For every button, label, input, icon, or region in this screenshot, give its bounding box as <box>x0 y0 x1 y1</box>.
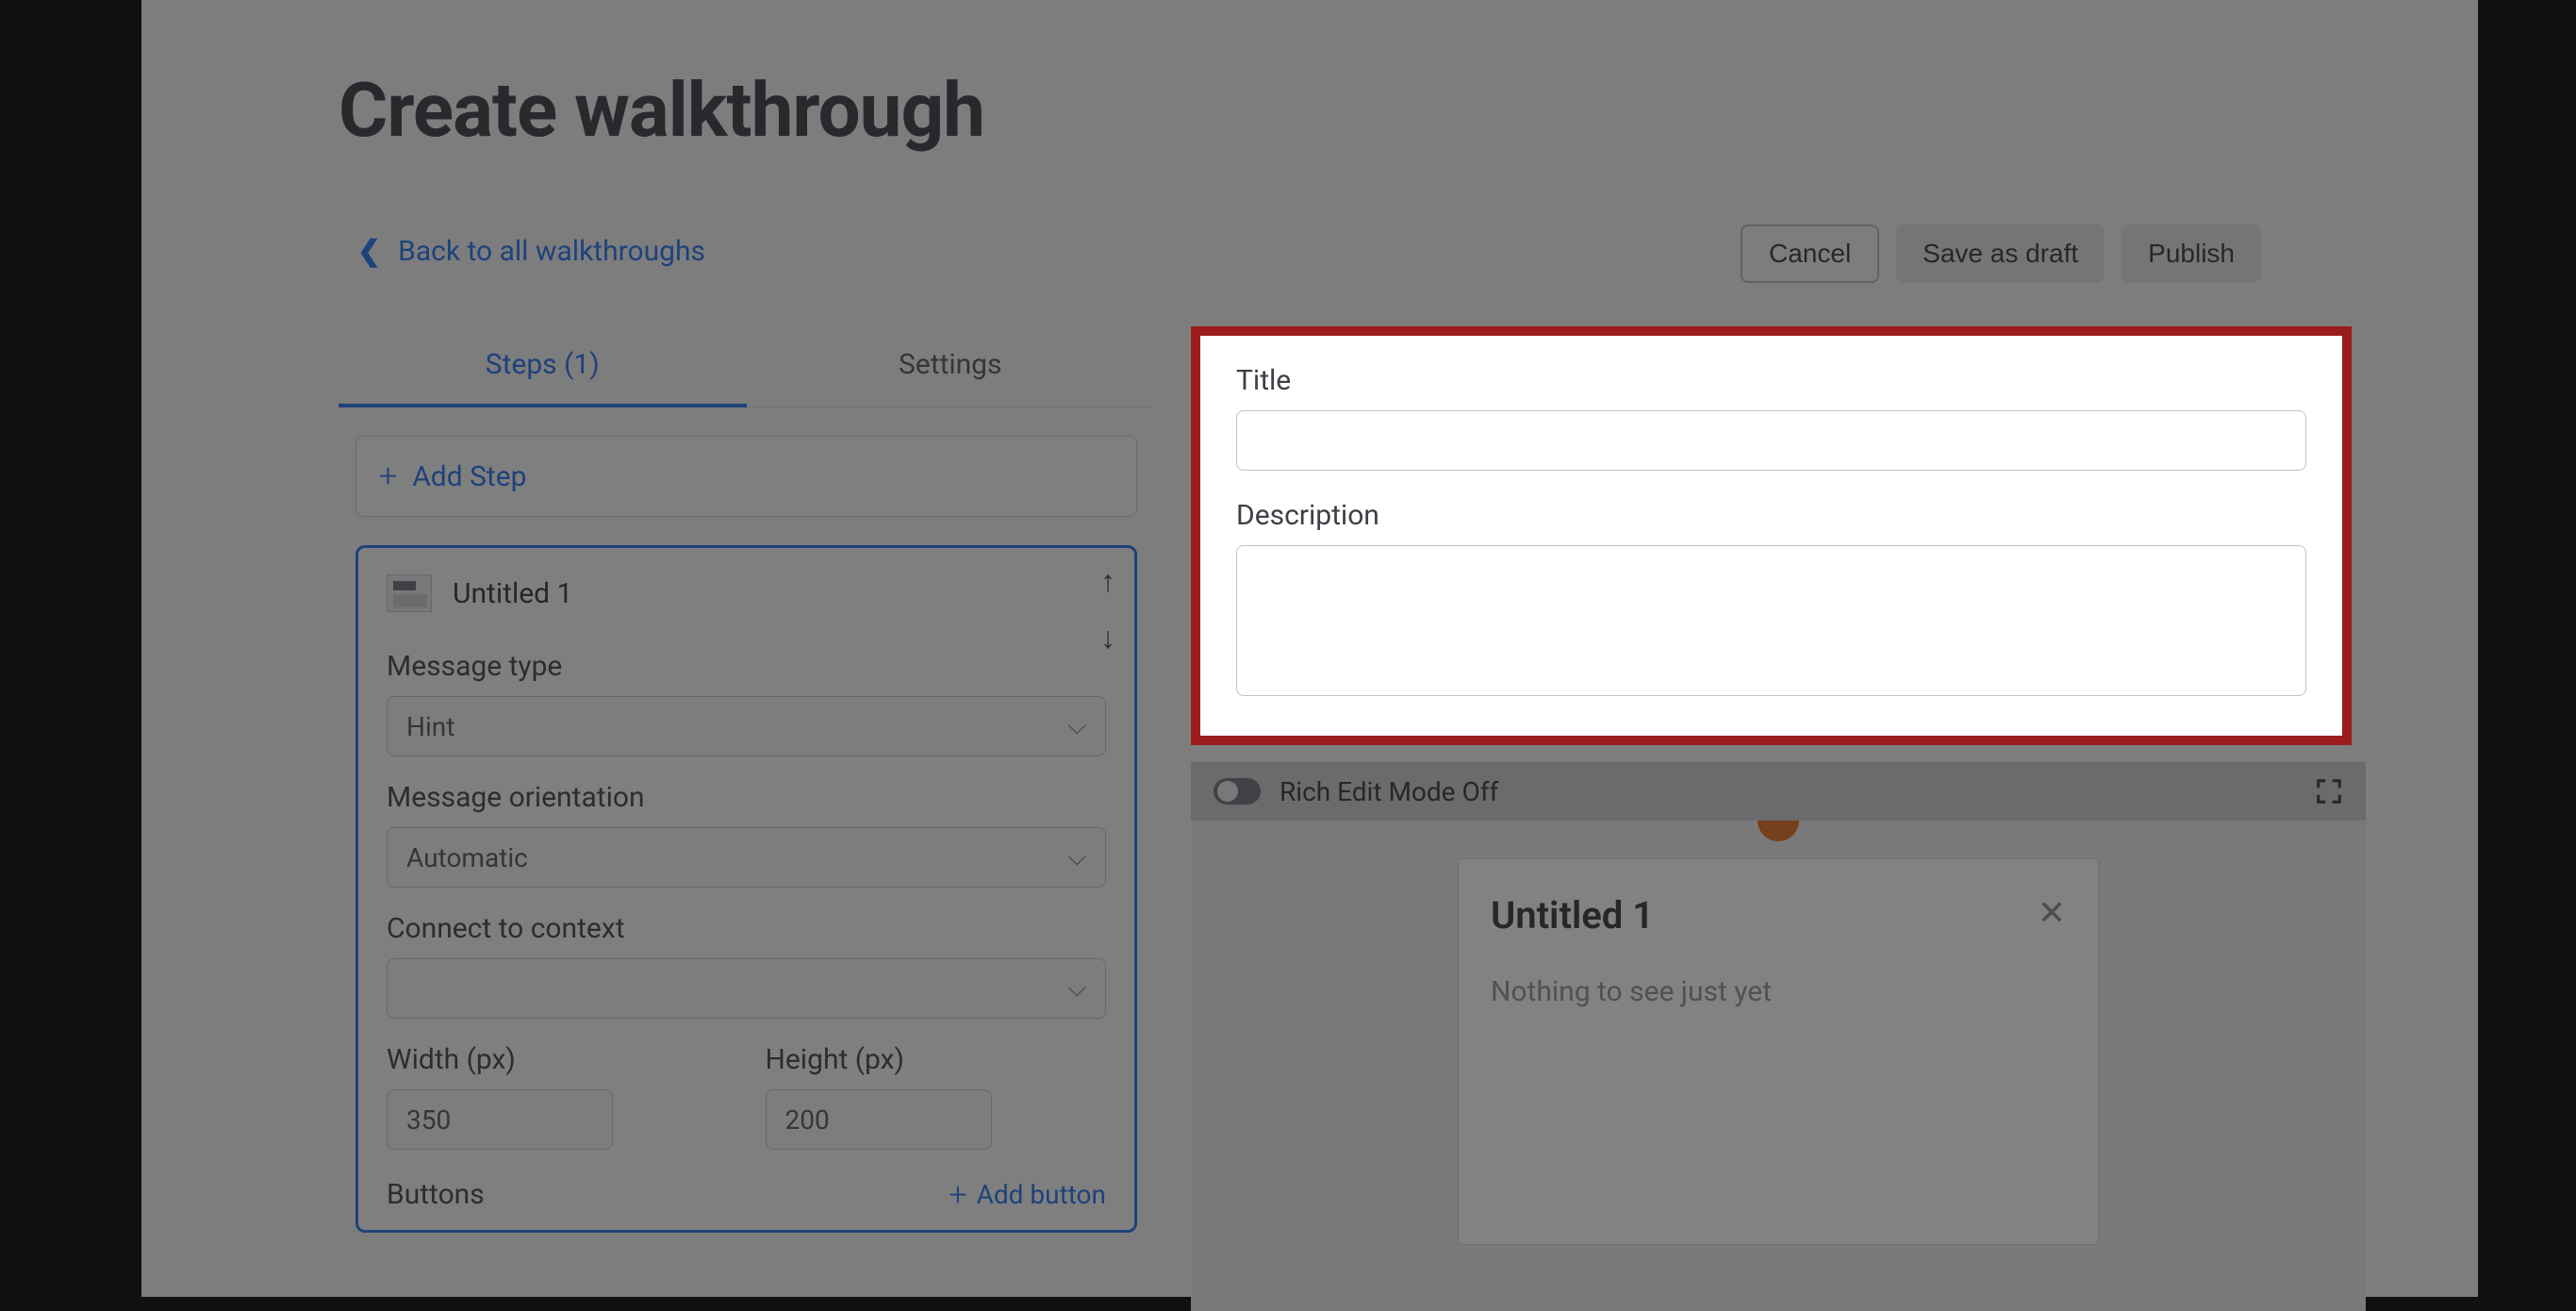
left-panel: Steps (1) Settings + Add Step ↑ ↓ Untitl… <box>339 325 1154 1233</box>
buttons-section-label: Buttons <box>387 1178 485 1211</box>
step-reorder-arrows: ↑ ↓ <box>1100 563 1115 656</box>
rich-edit-toggle[interactable] <box>1214 778 1261 805</box>
save-as-draft-button[interactable]: Save as draft <box>1896 224 2105 283</box>
orientation-value: Automatic <box>406 842 528 873</box>
chevron-down-icon: ⌵ <box>1067 974 1086 1004</box>
width-value: 350 <box>406 1104 451 1136</box>
popover-title: Untitled 1 <box>1491 893 1654 938</box>
context-label: Connect to context <box>387 912 1106 945</box>
add-button-link[interactable]: + Add button <box>949 1179 1106 1211</box>
page-title: Create walkthrough <box>339 66 984 155</box>
title-field-label: Title <box>1236 364 2306 397</box>
arrow-up-icon[interactable]: ↑ <box>1100 563 1115 599</box>
preview-area: Untitled 1 ✕ Nothing to see just yet <box>1191 821 2366 1311</box>
plus-icon: + <box>949 1179 966 1211</box>
panel-tabs: Steps (1) Settings <box>339 325 1154 407</box>
cancel-button[interactable]: Cancel <box>1741 224 1879 283</box>
height-label: Height (px) <box>766 1043 1107 1076</box>
action-bar: Cancel Save as draft Publish <box>1741 224 2261 283</box>
rich-edit-label: Rich Edit Mode Off <box>1280 776 2296 807</box>
step-card[interactable]: ↑ ↓ Untitled 1 Message type Hint ⌵ Messa… <box>355 545 1137 1233</box>
add-step-button[interactable]: + Add Step <box>355 436 1137 517</box>
step-type-icon <box>387 574 432 612</box>
description-field-label: Description <box>1236 499 2306 532</box>
plus-icon: + <box>379 460 397 492</box>
arrow-down-icon[interactable]: ↓ <box>1100 620 1115 656</box>
height-input[interactable]: 200 <box>766 1089 992 1150</box>
popover-body: Nothing to see just yet <box>1491 975 2066 1008</box>
add-step-label: Add Step <box>412 460 526 493</box>
width-label: Width (px) <box>387 1043 728 1076</box>
chevron-down-icon: ⌵ <box>1067 843 1086 872</box>
publish-button[interactable]: Publish <box>2122 224 2261 283</box>
rich-edit-bar: Rich Edit Mode Off <box>1191 762 2366 821</box>
expand-icon[interactable] <box>2315 777 2343 805</box>
message-type-value: Hint <box>406 711 454 742</box>
close-icon[interactable]: ✕ <box>2038 893 2066 933</box>
tab-settings[interactable]: Settings <box>747 325 1155 407</box>
description-textarea[interactable] <box>1236 545 2306 696</box>
back-link-label: Back to all walkthroughs <box>398 235 705 268</box>
step-content-form: Title Description <box>1200 336 2342 736</box>
height-value: 200 <box>785 1104 830 1136</box>
title-input[interactable] <box>1236 410 2306 471</box>
back-to-walkthroughs-link[interactable]: ❮ Back to all walkthroughs <box>357 235 705 268</box>
app-viewport: Create walkthrough ❮ Back to all walkthr… <box>141 0 2478 1297</box>
chevron-left-icon: ❮ <box>357 235 381 268</box>
orientation-select[interactable]: Automatic ⌵ <box>387 827 1106 888</box>
message-type-label: Message type <box>387 650 1106 683</box>
add-button-label: Add button <box>977 1179 1106 1210</box>
step-title: Untitled 1 <box>453 577 572 610</box>
orientation-label: Message orientation <box>387 781 1106 814</box>
preview-popover: Untitled 1 ✕ Nothing to see just yet <box>1458 858 2099 1245</box>
context-select[interactable]: ⌵ <box>387 958 1106 1019</box>
width-input[interactable]: 350 <box>387 1089 613 1150</box>
message-type-select[interactable]: Hint ⌵ <box>387 696 1106 756</box>
tab-steps[interactable]: Steps (1) <box>339 325 747 407</box>
chevron-down-icon: ⌵ <box>1067 712 1086 741</box>
